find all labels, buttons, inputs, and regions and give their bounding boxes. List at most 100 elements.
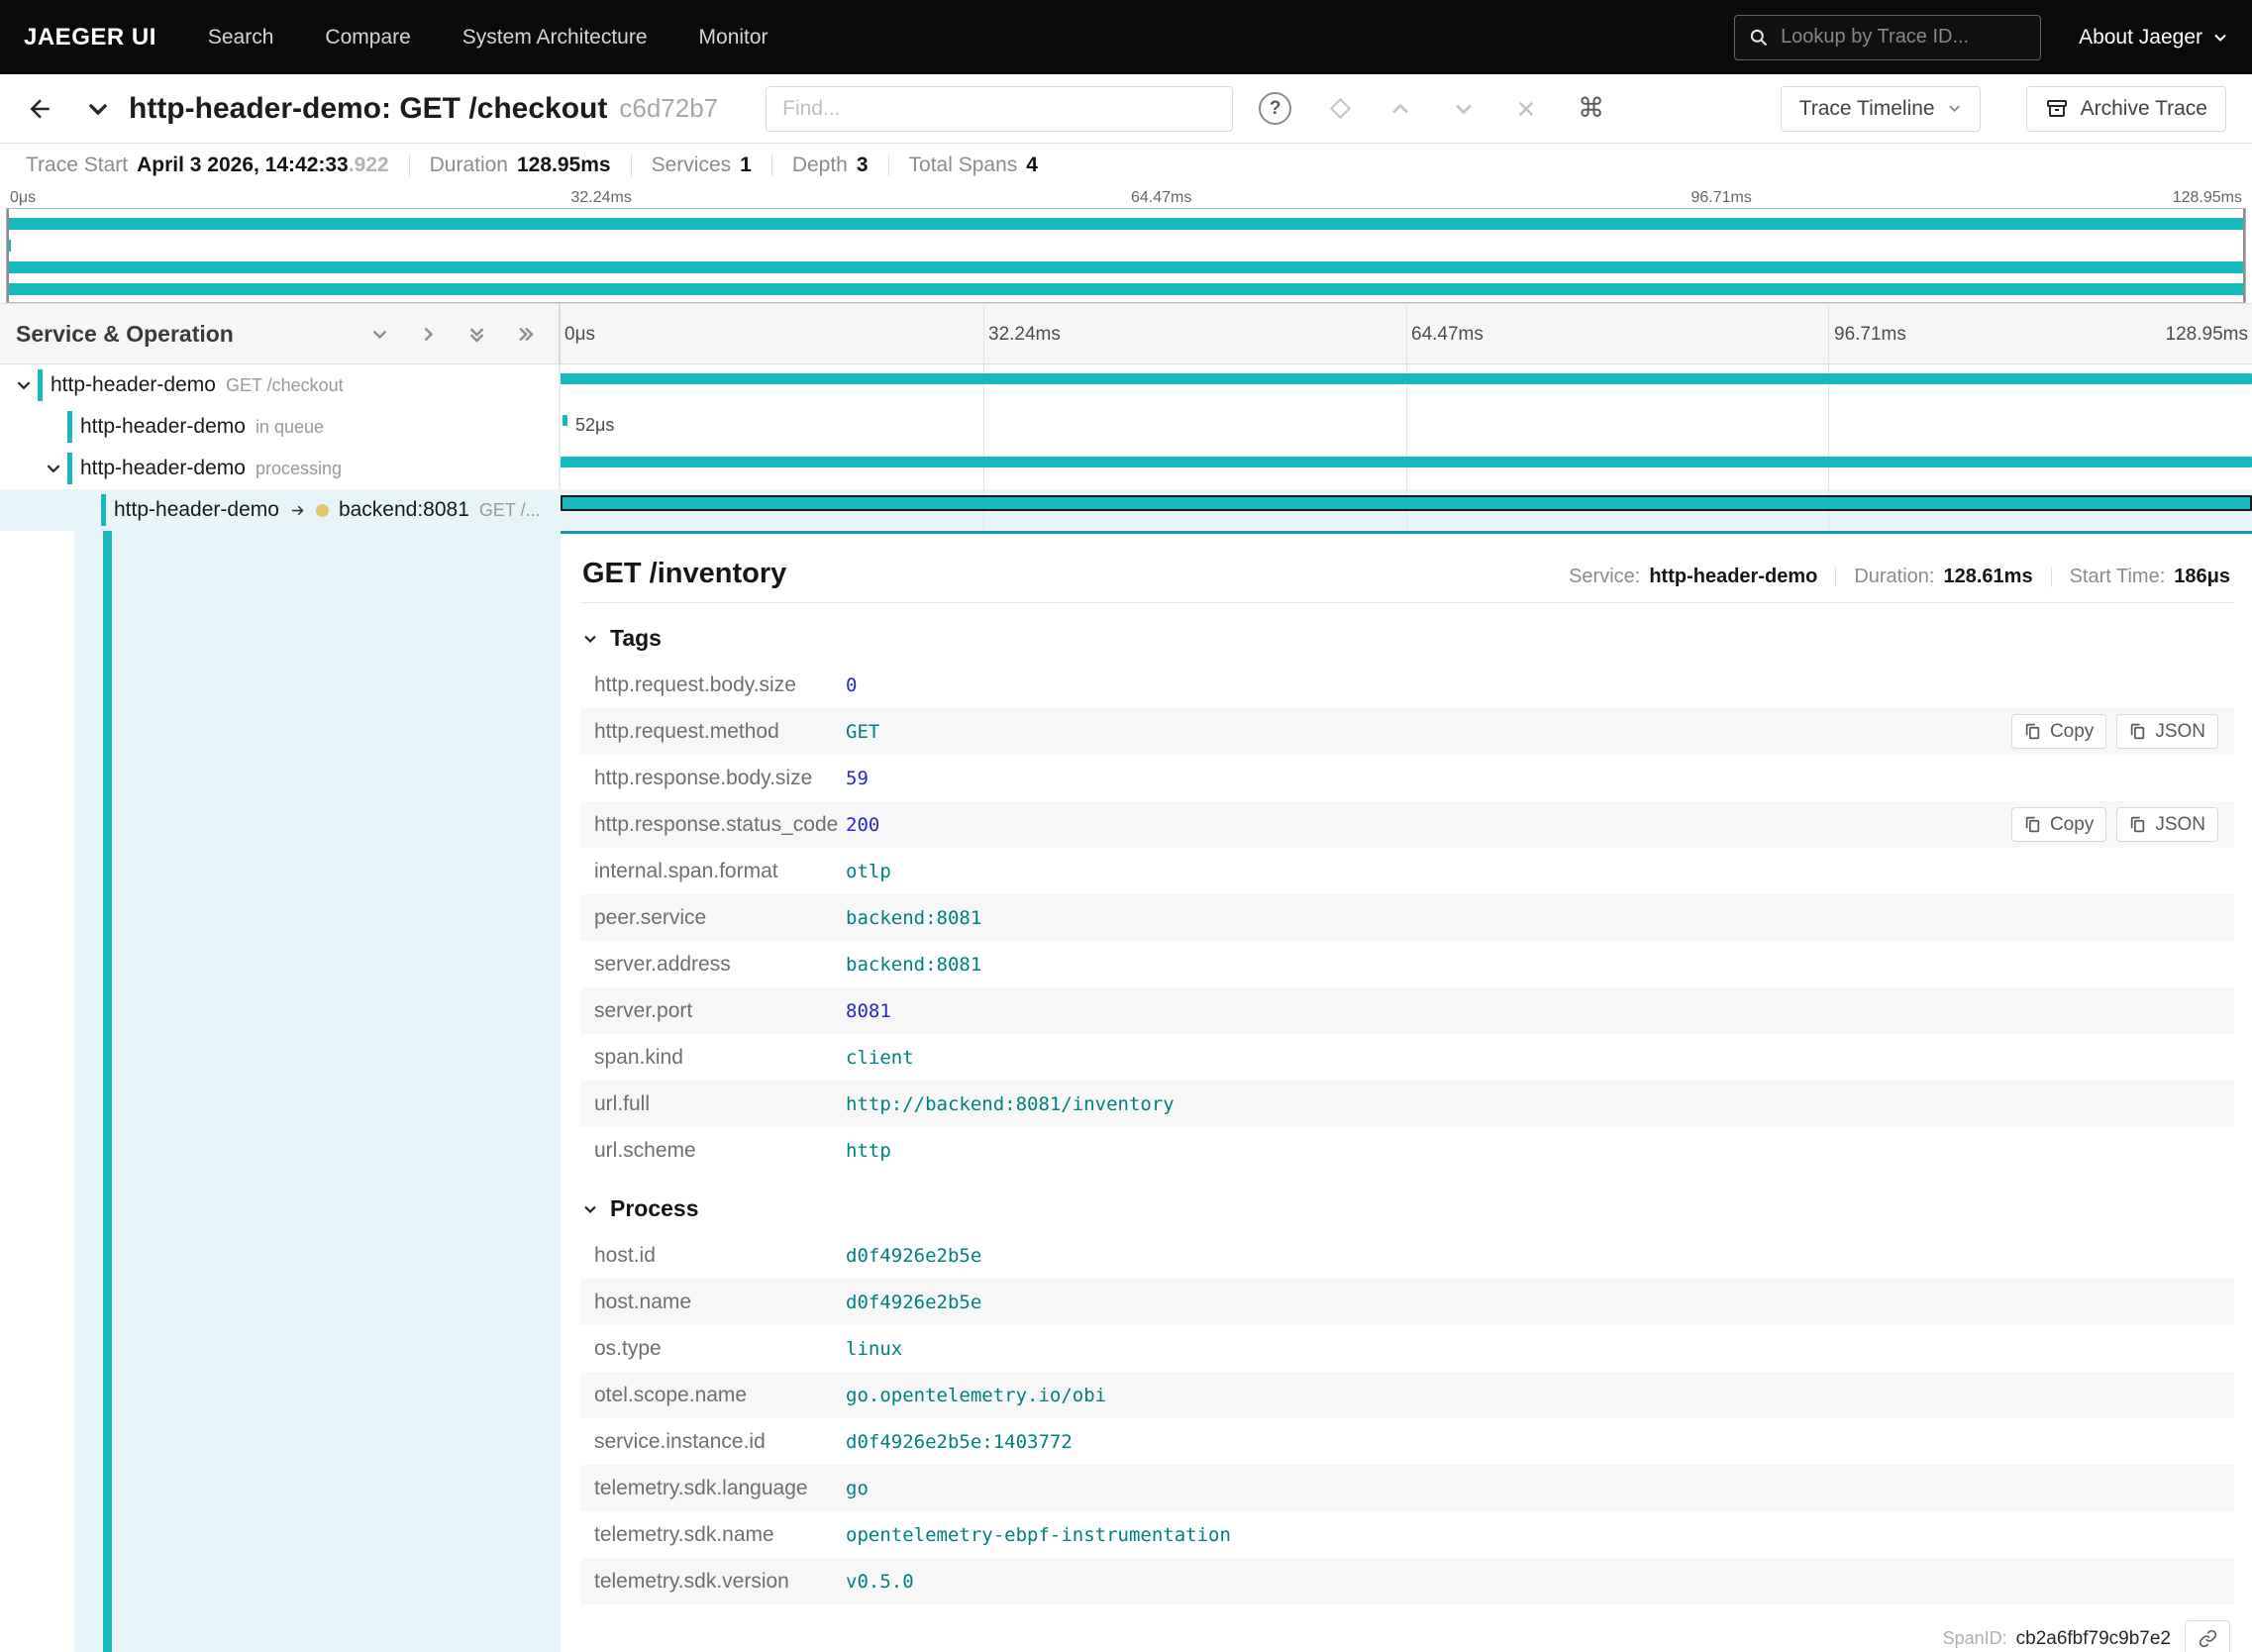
trace-id-lookup-input[interactable] — [1781, 26, 2027, 49]
process-value: d0f4926e2b5e:1403772 — [846, 1430, 1073, 1453]
table-row[interactable]: http.request.method GET Copy JSON — [580, 708, 2234, 755]
copy-json-button[interactable]: JSON — [2116, 714, 2218, 749]
tag-key: server.port — [594, 998, 693, 1022]
table-row[interactable]: span.kind client — [580, 1034, 2234, 1081]
tag-value: 200 — [846, 813, 880, 836]
find-input[interactable] — [766, 85, 1234, 132]
table-row[interactable]: telemetry.sdk.version v0.5.0 — [580, 1558, 2234, 1604]
span-name-chip[interactable]: http-header-demo processing — [67, 453, 350, 484]
span-row-in-queue[interactable]: http-header-demo in queue 52μs — [0, 406, 2252, 448]
span-row-checkout[interactable]: http-header-demo GET /checkout — [0, 364, 2252, 406]
about-jaeger-menu[interactable]: About Jaeger — [2079, 26, 2228, 50]
span-detail-footer: SpanID: cb2a6fbf79c9b7e2 — [580, 1620, 2234, 1652]
span-bar[interactable] — [561, 373, 2252, 384]
trace-start-value: April 3 2026, 14:42:33.922 — [137, 153, 389, 176]
tick-label: 32.24ms — [570, 189, 632, 206]
span-row-processing[interactable]: http-header-demo processing — [0, 448, 2252, 489]
span-name-chip[interactable]: http-header-demo in queue — [67, 411, 332, 443]
span-operation: GET /... — [478, 499, 541, 520]
table-row[interactable]: server.port 8081 — [580, 987, 2234, 1034]
archive-trace-button[interactable]: Archive Trace — [2025, 85, 2226, 132]
table-row[interactable]: peer.service backend:8081 — [580, 894, 2234, 941]
chevron-down-icon — [1947, 101, 1962, 116]
next-result-chevron-down-icon[interactable] — [1453, 98, 1475, 120]
nav-right: About Jaeger — [1734, 14, 2228, 60]
span-bar-selected[interactable] — [561, 495, 2252, 511]
nav-item-search[interactable]: Search — [208, 26, 274, 50]
tick-label: 32.24ms — [988, 324, 1061, 345]
span-bar-cell[interactable] — [561, 489, 2252, 531]
table-row[interactable]: telemetry.sdk.name opentelemetry-ebpf-in… — [580, 1511, 2234, 1558]
divider — [1835, 567, 1837, 587]
copy-value-button[interactable]: Copy — [2010, 807, 2107, 842]
expand-all-double-chevron-right-icon[interactable] — [516, 325, 535, 344]
nav-item-monitor[interactable]: Monitor — [699, 26, 768, 50]
deep-link-button[interactable] — [2185, 1620, 2230, 1652]
start-time-label: Start Time: — [2069, 566, 2166, 587]
help-icon[interactable]: ? — [1259, 92, 1292, 125]
tick-label: 64.47ms — [1131, 189, 1192, 206]
row-actions: Copy JSON — [2010, 714, 2218, 749]
span-bar-cell[interactable] — [561, 364, 2252, 406]
trace-start-label: Trace Start — [26, 153, 129, 176]
copy-value-button[interactable]: Copy — [2010, 714, 2107, 749]
span-row-backend-get[interactable]: http-header-demo backend:8081 GET /... — [0, 489, 2252, 531]
span-peer-service: backend:8081 — [338, 498, 469, 521]
span-detail-region: GET /inventory Service: http-header-demo… — [0, 531, 2252, 1652]
table-row[interactable]: os.type linux — [580, 1325, 2234, 1372]
span-toggle-chevron-down-icon[interactable] — [10, 376, 38, 394]
total-spans-value: 4 — [1026, 153, 1038, 176]
table-row[interactable]: service.instance.id d0f4926e2b5e:1403772 — [580, 1418, 2234, 1465]
span-service: http-header-demo — [80, 457, 246, 479]
process-section-title: Process — [610, 1195, 699, 1221]
clear-find-x-icon[interactable] — [1516, 99, 1536, 119]
table-row[interactable]: http.response.status_code 200 Copy JSON — [580, 801, 2234, 848]
span-toggle-chevron-down-icon[interactable] — [40, 460, 67, 477]
focus-diamond-icon[interactable] — [1330, 97, 1352, 120]
trace-view-select[interactable]: Trace Timeline — [1780, 85, 1981, 132]
nav-item-compare[interactable]: Compare — [325, 26, 410, 50]
minimap-canvas[interactable] — [6, 208, 2246, 303]
process-section-header[interactable]: Process — [580, 1193, 2234, 1232]
depth-label: Depth — [791, 153, 848, 176]
back-button[interactable] — [26, 94, 55, 124]
minimap-right-scrubber[interactable] — [2243, 209, 2245, 302]
table-row[interactable]: telemetry.sdk.language go — [580, 1465, 2234, 1511]
span-bar[interactable] — [561, 457, 2252, 467]
process-value: go.opentelemetry.io/obi — [846, 1384, 1107, 1406]
trace-view-select-value: Trace Timeline — [1798, 96, 1935, 120]
service-operation-title: Service & Operation — [16, 320, 234, 347]
collapse-one-chevron-down-icon[interactable] — [370, 325, 389, 344]
span-name-chip[interactable]: http-header-demo GET /checkout — [38, 369, 352, 401]
copy-json-button[interactable]: JSON — [2116, 807, 2218, 842]
span-name-chip[interactable]: http-header-demo backend:8081 GET /... — [101, 494, 549, 526]
minimap-left-scrubber[interactable] — [7, 209, 9, 302]
trace-header-actions: Trace Timeline Archive Trace — [1780, 85, 2226, 132]
span-bar-cell[interactable] — [561, 448, 2252, 489]
collapse-trace-chevron-icon[interactable] — [85, 96, 111, 122]
trace-start-ms: .922 — [348, 153, 389, 176]
keyboard-shortcuts-icon[interactable]: ⌘ — [1578, 93, 1604, 124]
span-operation: processing — [255, 458, 342, 478]
table-row[interactable]: http.request.body.size 0 — [580, 662, 2234, 708]
trace-id-lookup[interactable] — [1734, 14, 2042, 60]
span-bar-cell[interactable]: 52μs — [561, 406, 2252, 448]
span-bar[interactable] — [563, 415, 567, 426]
table-row[interactable]: http.response.body.size 59 — [580, 755, 2234, 801]
app-logo[interactable]: JAEGER UI — [24, 24, 156, 52]
table-row[interactable]: host.id d0f4926e2b5e — [580, 1232, 2234, 1279]
collapse-all-double-chevron-down-icon[interactable] — [467, 325, 486, 344]
table-row[interactable]: internal.span.format otlp — [580, 848, 2234, 894]
prev-result-chevron-up-icon[interactable] — [1389, 98, 1411, 120]
nav-item-system-architecture[interactable]: System Architecture — [462, 26, 648, 50]
table-row[interactable]: url.full http://backend:8081/inventory — [580, 1081, 2234, 1127]
tag-value: http — [846, 1139, 891, 1162]
tags-section-header[interactable]: Tags — [580, 623, 2234, 662]
expand-one-chevron-right-icon[interactable] — [419, 325, 438, 344]
table-row[interactable]: server.address backend:8081 — [580, 941, 2234, 987]
chevron-down-icon — [582, 1201, 598, 1217]
table-row[interactable]: host.name d0f4926e2b5e — [580, 1279, 2234, 1325]
table-row[interactable]: otel.scope.name go.opentelemetry.io/obi — [580, 1372, 2234, 1418]
tag-key: server.address — [594, 952, 731, 976]
table-row[interactable]: url.scheme http — [580, 1127, 2234, 1174]
